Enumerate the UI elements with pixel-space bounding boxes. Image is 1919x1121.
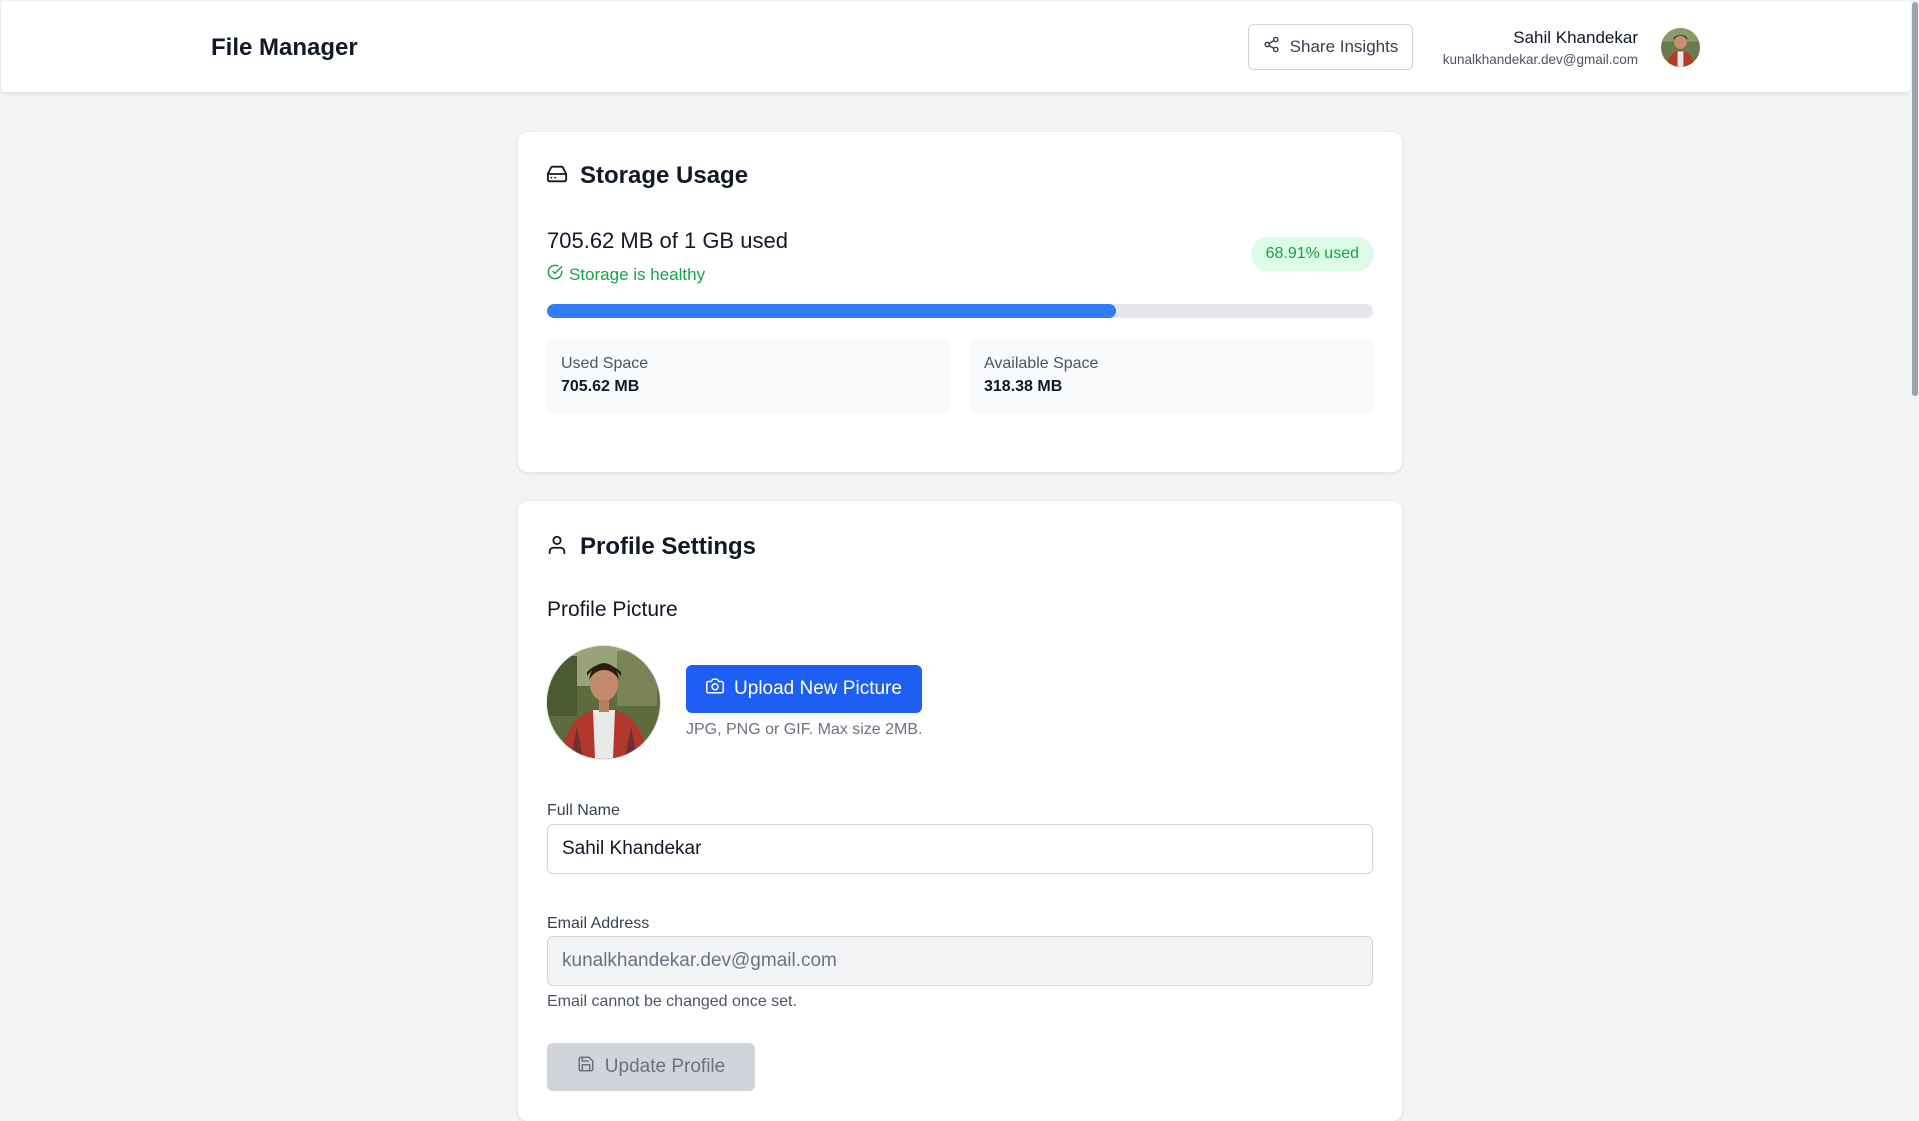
upload-picture-label: Upload New Picture	[734, 678, 902, 699]
profile-picture	[547, 646, 660, 759]
check-circle-icon	[547, 264, 563, 285]
storage-header: Storage Usage	[546, 162, 748, 190]
used-space-box: Used Space 705.62 MB	[547, 339, 950, 414]
full-name-label: Full Name	[547, 802, 620, 819]
email-label: Email Address	[547, 915, 650, 932]
upload-hint: JPG, PNG or GIF. Max size 2MB.	[686, 721, 923, 738]
available-space-box: Available Space 318.38 MB	[970, 339, 1373, 414]
user-email: kunalkhandekar.dev@gmail.com	[1442, 52, 1638, 67]
used-space-label: Used Space	[561, 355, 649, 372]
storage-status: Storage is healthy	[547, 264, 705, 285]
storage-card: Storage Usage 705.62 MB of 1 GB used Sto…	[518, 132, 1402, 472]
storage-progress-bar	[547, 304, 1373, 318]
user-name: Sahil Khandekar	[1513, 28, 1638, 47]
profile-picture-label: Profile Picture	[547, 598, 678, 621]
scrollbar[interactable]	[1910, 0, 1919, 1079]
profile-title: Profile Settings	[580, 533, 757, 560]
share-icon	[1263, 36, 1280, 58]
share-insights-label: Share Insights	[1289, 37, 1399, 56]
top-bar: File Manager Share Insights Sahil Khande…	[1, 1, 1910, 92]
available-space-label: Available Space	[984, 355, 1099, 372]
user-icon	[546, 534, 568, 561]
user-info: Sahil Khandekar kunalkhandekar.dev@gmail…	[1443, 28, 1638, 67]
email-note: Email cannot be changed once set.	[547, 993, 797, 1010]
upload-picture-button[interactable]: Upload New Picture	[686, 665, 922, 713]
app-title: File Manager	[211, 34, 358, 61]
storage-status-text: Storage is healthy	[569, 264, 706, 284]
share-insights-button[interactable]: Share Insights	[1248, 24, 1413, 70]
full-name-input[interactable]	[547, 824, 1373, 874]
avatar[interactable]	[1661, 28, 1700, 67]
available-space-value: 318.38 MB	[984, 378, 1063, 395]
profile-header: Profile Settings	[546, 533, 756, 561]
usage-percent-badge: 68.91% used	[1250, 237, 1374, 271]
camera-icon	[706, 677, 725, 701]
profile-card: Profile Settings Profile Picture Upload …	[518, 501, 1402, 1121]
scrollbar-thumb[interactable]	[1912, 2, 1918, 396]
usage-summary: 705.62 MB of 1 GB used	[547, 228, 788, 253]
update-profile-label: Update Profile	[604, 1056, 726, 1077]
email-field	[547, 936, 1373, 986]
hard-drive-icon	[546, 163, 568, 190]
save-icon	[577, 1055, 595, 1079]
update-profile-button[interactable]: Update Profile	[547, 1043, 755, 1091]
storage-progress-fill	[547, 304, 1117, 318]
storage-title: Storage Usage	[580, 162, 749, 189]
used-space-value: 705.62 MB	[561, 378, 640, 395]
